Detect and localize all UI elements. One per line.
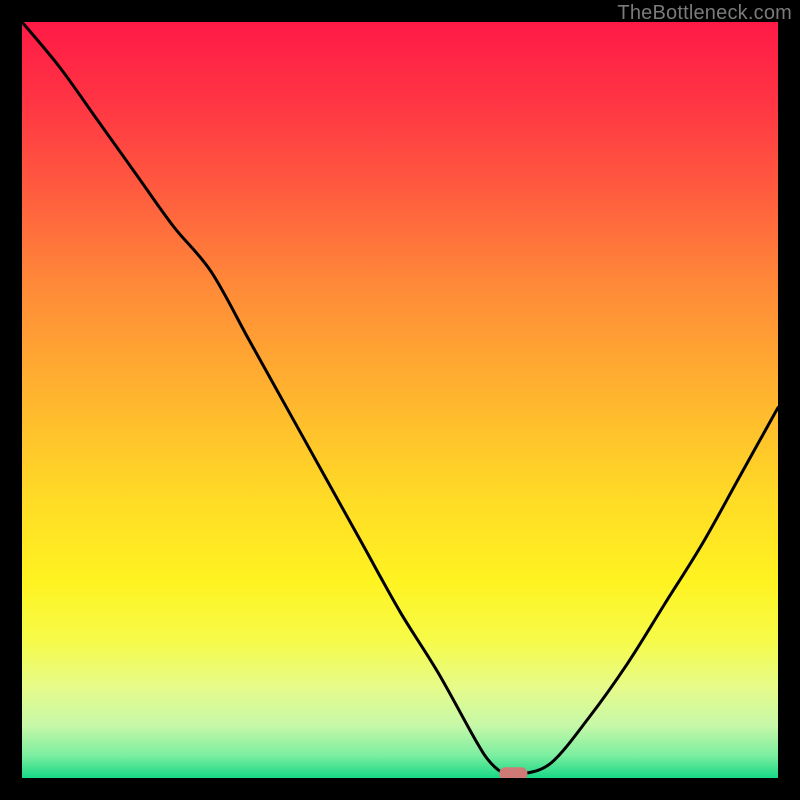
chart-svg: [22, 22, 778, 778]
chart-background: [22, 22, 778, 778]
optimal-marker: [499, 767, 527, 778]
bottleneck-chart: [22, 22, 778, 778]
